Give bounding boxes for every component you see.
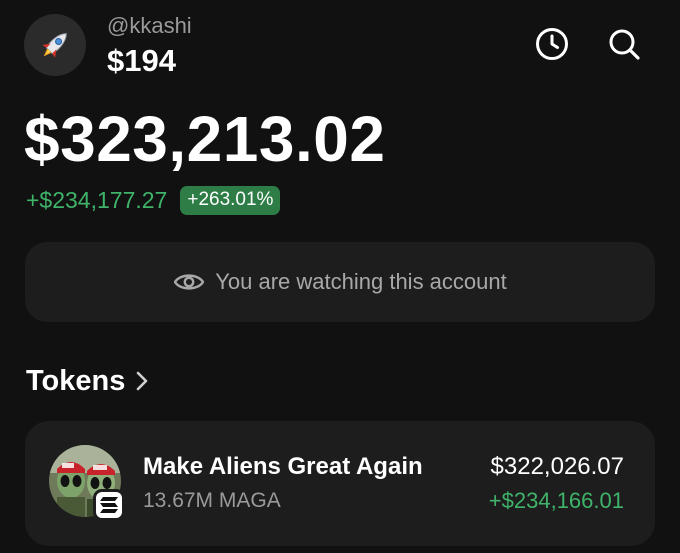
token-row-maga[interactable]: Make Aliens Great Again 13.67M MAGA $322… (25, 421, 655, 546)
portfolio-balance: $323,213.02 (24, 103, 386, 175)
watching-account-banner: You are watching this account (25, 242, 655, 322)
clock-icon (536, 28, 568, 60)
token-change: +$234,166.01 (488, 488, 624, 513)
search-icon (609, 29, 640, 60)
account-small-balance: $194 (107, 43, 176, 78)
portfolio-change-percent-badge: +263.01% (180, 185, 281, 215)
watching-account-text: You are watching this account (215, 269, 507, 294)
token-name: Make Aliens Great Again (143, 453, 423, 480)
portfolio-change-amount: +$234,177.27 (26, 187, 168, 213)
token-amount: 13.67M MAGA (143, 489, 281, 512)
rocket-icon (42, 33, 67, 58)
eye-icon (173, 270, 205, 294)
portfolio-change-row: +$234,177.27 +263.01% (26, 185, 281, 215)
tokens-section-header[interactable]: Tokens (26, 362, 149, 400)
alien-token-icon (49, 445, 125, 521)
chevron-right-icon (135, 370, 149, 392)
tokens-title: Tokens (26, 365, 126, 397)
search-button[interactable] (604, 24, 644, 64)
solana-icon (93, 489, 125, 521)
token-value: $322,026.07 (490, 453, 624, 480)
username: @kkashi (107, 13, 192, 38)
profile-avatar[interactable] (24, 14, 86, 76)
history-button[interactable] (532, 24, 572, 64)
